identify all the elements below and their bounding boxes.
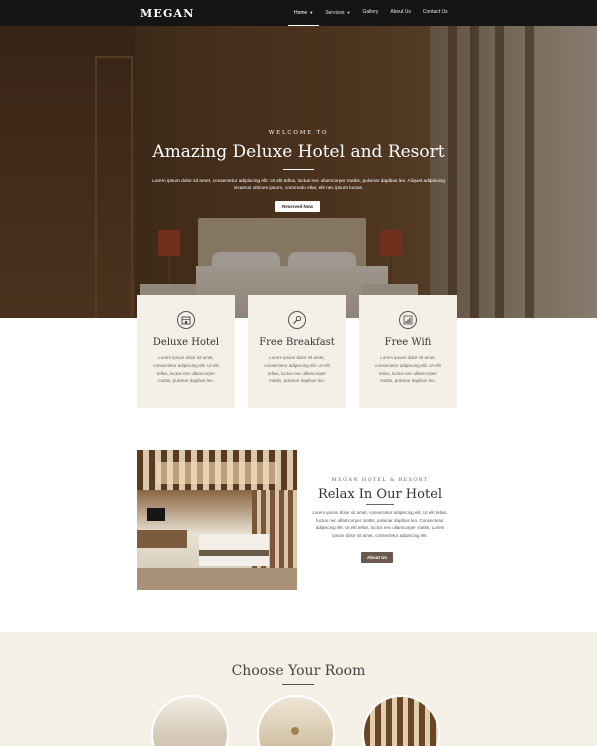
about-img-floor bbox=[137, 568, 297, 590]
feature-card-deluxe-hotel: Deluxe Hotel Lorem ipsum dolor sit amet,… bbox=[137, 295, 235, 408]
room-card-image[interactable] bbox=[257, 695, 335, 746]
about-title: Relax In Our Hotel bbox=[317, 487, 443, 502]
room-card-image[interactable] bbox=[362, 695, 440, 746]
hero-description: Lorem ipsum dolor sit amet, consectetur … bbox=[152, 179, 445, 191]
wifi-icon bbox=[399, 311, 417, 329]
hotel-icon bbox=[177, 311, 195, 329]
room-card-image[interactable] bbox=[151, 695, 229, 746]
feature-text: Lorem ipsum dolor sit amet, consectetur … bbox=[375, 355, 441, 384]
about-hotel-room-image bbox=[137, 450, 297, 590]
lamp-icon bbox=[291, 727, 299, 735]
chevron-down-icon: ▼ bbox=[309, 10, 314, 15]
nav-item-label: Home bbox=[294, 10, 308, 16]
hero-divider bbox=[283, 169, 314, 170]
nav-item-label: Gallery bbox=[362, 9, 379, 15]
hero-overlay bbox=[0, 26, 597, 318]
about-img-desk bbox=[137, 530, 187, 548]
about-img-bed-throw bbox=[199, 550, 269, 556]
feature-title: Free Wifi bbox=[384, 337, 432, 348]
tv-icon bbox=[147, 508, 165, 521]
rooms-title: Choose Your Room bbox=[231, 663, 366, 679]
rooms-section: Choose Your Room bbox=[0, 632, 597, 746]
main-menu: Home ▼ Services ▼ Gallery About Us Contact… bbox=[288, 0, 454, 26]
chevron-down-icon: ▼ bbox=[346, 10, 351, 15]
feature-title: Free Breakfast bbox=[259, 337, 335, 348]
feature-card-free-wifi: Free Wifi Lorem ipsum dolor sit amet, co… bbox=[359, 295, 457, 408]
brand-logo[interactable]: MEGAN bbox=[140, 7, 195, 20]
about-description: Lorem ipsum dolor sit amet, consectetur … bbox=[312, 510, 448, 538]
nav-item-label: Services bbox=[325, 10, 345, 16]
nav-item-home[interactable]: Home ▼ bbox=[288, 0, 320, 26]
top-navbar: MEGAN Home ▼ Services ▼ Gallery About Us C… bbox=[0, 0, 597, 26]
cutlery-icon bbox=[288, 311, 306, 329]
rooms-divider bbox=[282, 684, 314, 685]
nav-item-gallery[interactable]: Gallery bbox=[356, 0, 384, 26]
feature-text: Lorem ipsum dolor sit amet, consectetur … bbox=[264, 355, 330, 384]
nav-item-label: Contact Us bbox=[422, 9, 448, 15]
nav-item-label: About Us bbox=[390, 9, 411, 15]
reserve-now-button[interactable]: Reserved Now bbox=[275, 201, 320, 212]
about-kicker: MEGAN HOTEL & RESORT bbox=[331, 477, 429, 483]
nav-item-contact-us[interactable]: Contact Us bbox=[417, 0, 454, 26]
about-divider bbox=[366, 504, 394, 505]
hero-title: Amazing Deluxe Hotel and Resort bbox=[152, 142, 445, 162]
hero-banner bbox=[0, 26, 597, 318]
about-img-light bbox=[157, 462, 277, 484]
nav-item-about-us[interactable]: About Us bbox=[384, 0, 417, 26]
feature-title: Deluxe Hotel bbox=[152, 337, 220, 348]
about-us-button[interactable]: About Us bbox=[361, 552, 393, 563]
feature-card-free-breakfast: Free Breakfast Lorem ipsum dolor sit ame… bbox=[248, 295, 346, 408]
hero-kicker: WELCOME TO bbox=[268, 130, 329, 136]
feature-text: Lorem ipsum dolor sit amet, consectetur … bbox=[153, 355, 219, 384]
nav-item-services[interactable]: Services ▼ bbox=[319, 0, 356, 26]
